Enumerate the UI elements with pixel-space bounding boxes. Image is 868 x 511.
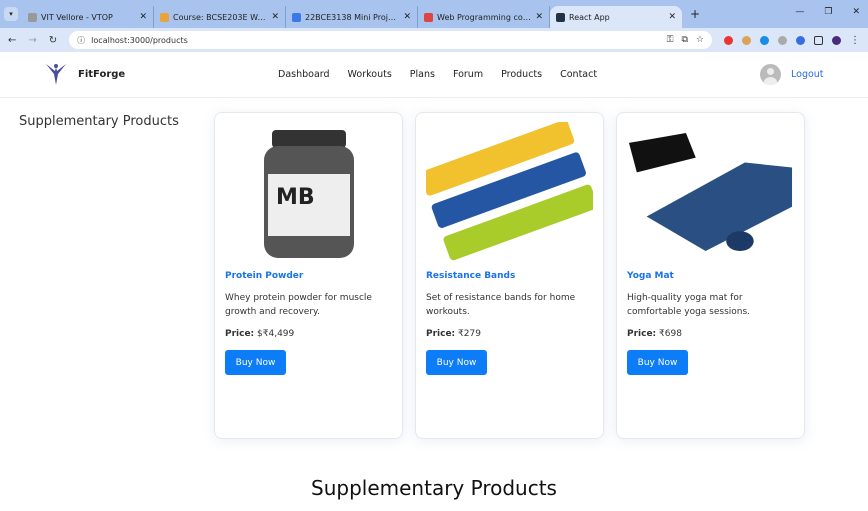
url-input[interactable]: ⓘ localhost:3000/products ⚿ ⧉ ☆	[69, 31, 712, 49]
price-value: ₹698	[659, 329, 682, 339]
docs-icon	[292, 12, 301, 22]
nav-link-plans[interactable]: Plans	[410, 69, 435, 80]
nav-link-contact[interactable]: Contact	[560, 69, 597, 80]
close-tab-icon[interactable]: ✕	[535, 12, 543, 22]
favicon-icon	[28, 12, 37, 22]
forward-icon[interactable]: →	[28, 35, 36, 46]
tab-search-button[interactable]: ▾	[4, 7, 18, 21]
product-description: High-quality yoga mat for comfortable yo…	[627, 293, 751, 317]
reload-icon[interactable]: ↻	[49, 35, 57, 46]
restore-icon[interactable]: ❐	[824, 7, 832, 17]
navbar: FitForge Dashboard Workouts Plans Forum …	[0, 52, 868, 98]
browser-tab[interactable]: 22BCE3138 Mini Project Repor...✕	[286, 6, 418, 28]
site-info-icon[interactable]: ⓘ	[77, 35, 85, 46]
extension-icon[interactable]	[760, 35, 769, 45]
price-label: Price:	[627, 329, 657, 339]
close-window-icon[interactable]: ✕	[852, 7, 860, 17]
close-tab-icon[interactable]: ✕	[271, 12, 279, 22]
close-tab-icon[interactable]: ✕	[668, 12, 676, 22]
extension-icon[interactable]	[778, 35, 787, 45]
svg-text:MB: MB	[276, 185, 315, 210]
product-name[interactable]: Resistance Bands	[426, 271, 593, 281]
browser-tab[interactable]: VIT Vellore - VTOP ✕	[22, 6, 154, 28]
protein-powder-image: MB	[225, 119, 392, 265]
browser-tab[interactable]: Course: BCSE203E Web Progra...✕	[154, 6, 286, 28]
resistance-bands-image	[426, 119, 593, 265]
avatar[interactable]	[760, 64, 781, 85]
product-card: MB Protein Powder Whey protein powder fo…	[214, 112, 403, 439]
extension-icon[interactable]	[796, 35, 805, 45]
close-tab-icon[interactable]: ✕	[139, 12, 147, 22]
extensions-puzzle-icon[interactable]	[814, 35, 823, 45]
key-icon[interactable]: ⚿	[667, 35, 674, 45]
price-label: Price:	[426, 329, 456, 339]
yoga-mat-image	[627, 119, 794, 265]
brand[interactable]: FitForge	[44, 62, 125, 86]
profile-icon[interactable]	[832, 35, 841, 45]
price-value: $₹4,499	[257, 329, 295, 339]
buy-now-button[interactable]: Buy Now	[627, 350, 688, 375]
product-card: Yoga Mat High-quality yoga mat for comfo…	[616, 112, 805, 439]
product-description: Whey protein powder for muscle growth an…	[225, 293, 372, 317]
sidebar-title: Supplementary Products	[19, 114, 179, 129]
nav-link-workouts[interactable]: Workouts	[348, 69, 392, 80]
browser-tab-bar: ▾ VIT Vellore - VTOP ✕ Course: BCSE203E W…	[0, 0, 868, 28]
browser-tab-active[interactable]: React App ✕	[550, 6, 682, 28]
product-name[interactable]: Yoga Mat	[627, 271, 794, 281]
close-tab-icon[interactable]: ✕	[403, 12, 411, 22]
browser-tab[interactable]: Web Programming course(BC...✕	[418, 6, 550, 28]
back-icon[interactable]: ←	[8, 35, 16, 46]
product-card: Resistance Bands Set of resistance bands…	[415, 112, 604, 439]
product-name[interactable]: Protein Powder	[225, 271, 392, 281]
extension-icon[interactable]	[742, 35, 751, 45]
buy-now-button[interactable]: Buy Now	[225, 350, 286, 375]
extension-icon[interactable]	[724, 35, 733, 45]
logout-link[interactable]: Logout	[791, 69, 824, 80]
nav-link-dashboard[interactable]: Dashboard	[278, 69, 330, 80]
price-value: ₹279	[458, 329, 481, 339]
favicon-icon	[160, 12, 169, 22]
product-description: Set of resistance bands for home workout…	[426, 293, 576, 317]
price-label: Price:	[225, 329, 255, 339]
nav-link-forum[interactable]: Forum	[453, 69, 483, 80]
fitforge-logo-icon	[46, 64, 66, 85]
footer-title: Supplementary Products	[311, 476, 557, 500]
minimize-icon[interactable]: —	[795, 7, 804, 17]
buy-now-button[interactable]: Buy Now	[426, 350, 487, 375]
new-tab-button[interactable]: +	[690, 7, 700, 21]
react-icon	[556, 12, 565, 22]
nav-link-products[interactable]: Products	[501, 69, 542, 80]
star-icon[interactable]: ☆	[696, 35, 704, 45]
install-icon[interactable]: ⧉	[681, 35, 687, 45]
gmail-icon	[424, 12, 433, 22]
address-bar-row: ← → ↻ ⓘ localhost:3000/products ⚿ ⧉ ☆ ⋮	[0, 28, 868, 52]
menu-icon[interactable]: ⋮	[850, 35, 860, 46]
